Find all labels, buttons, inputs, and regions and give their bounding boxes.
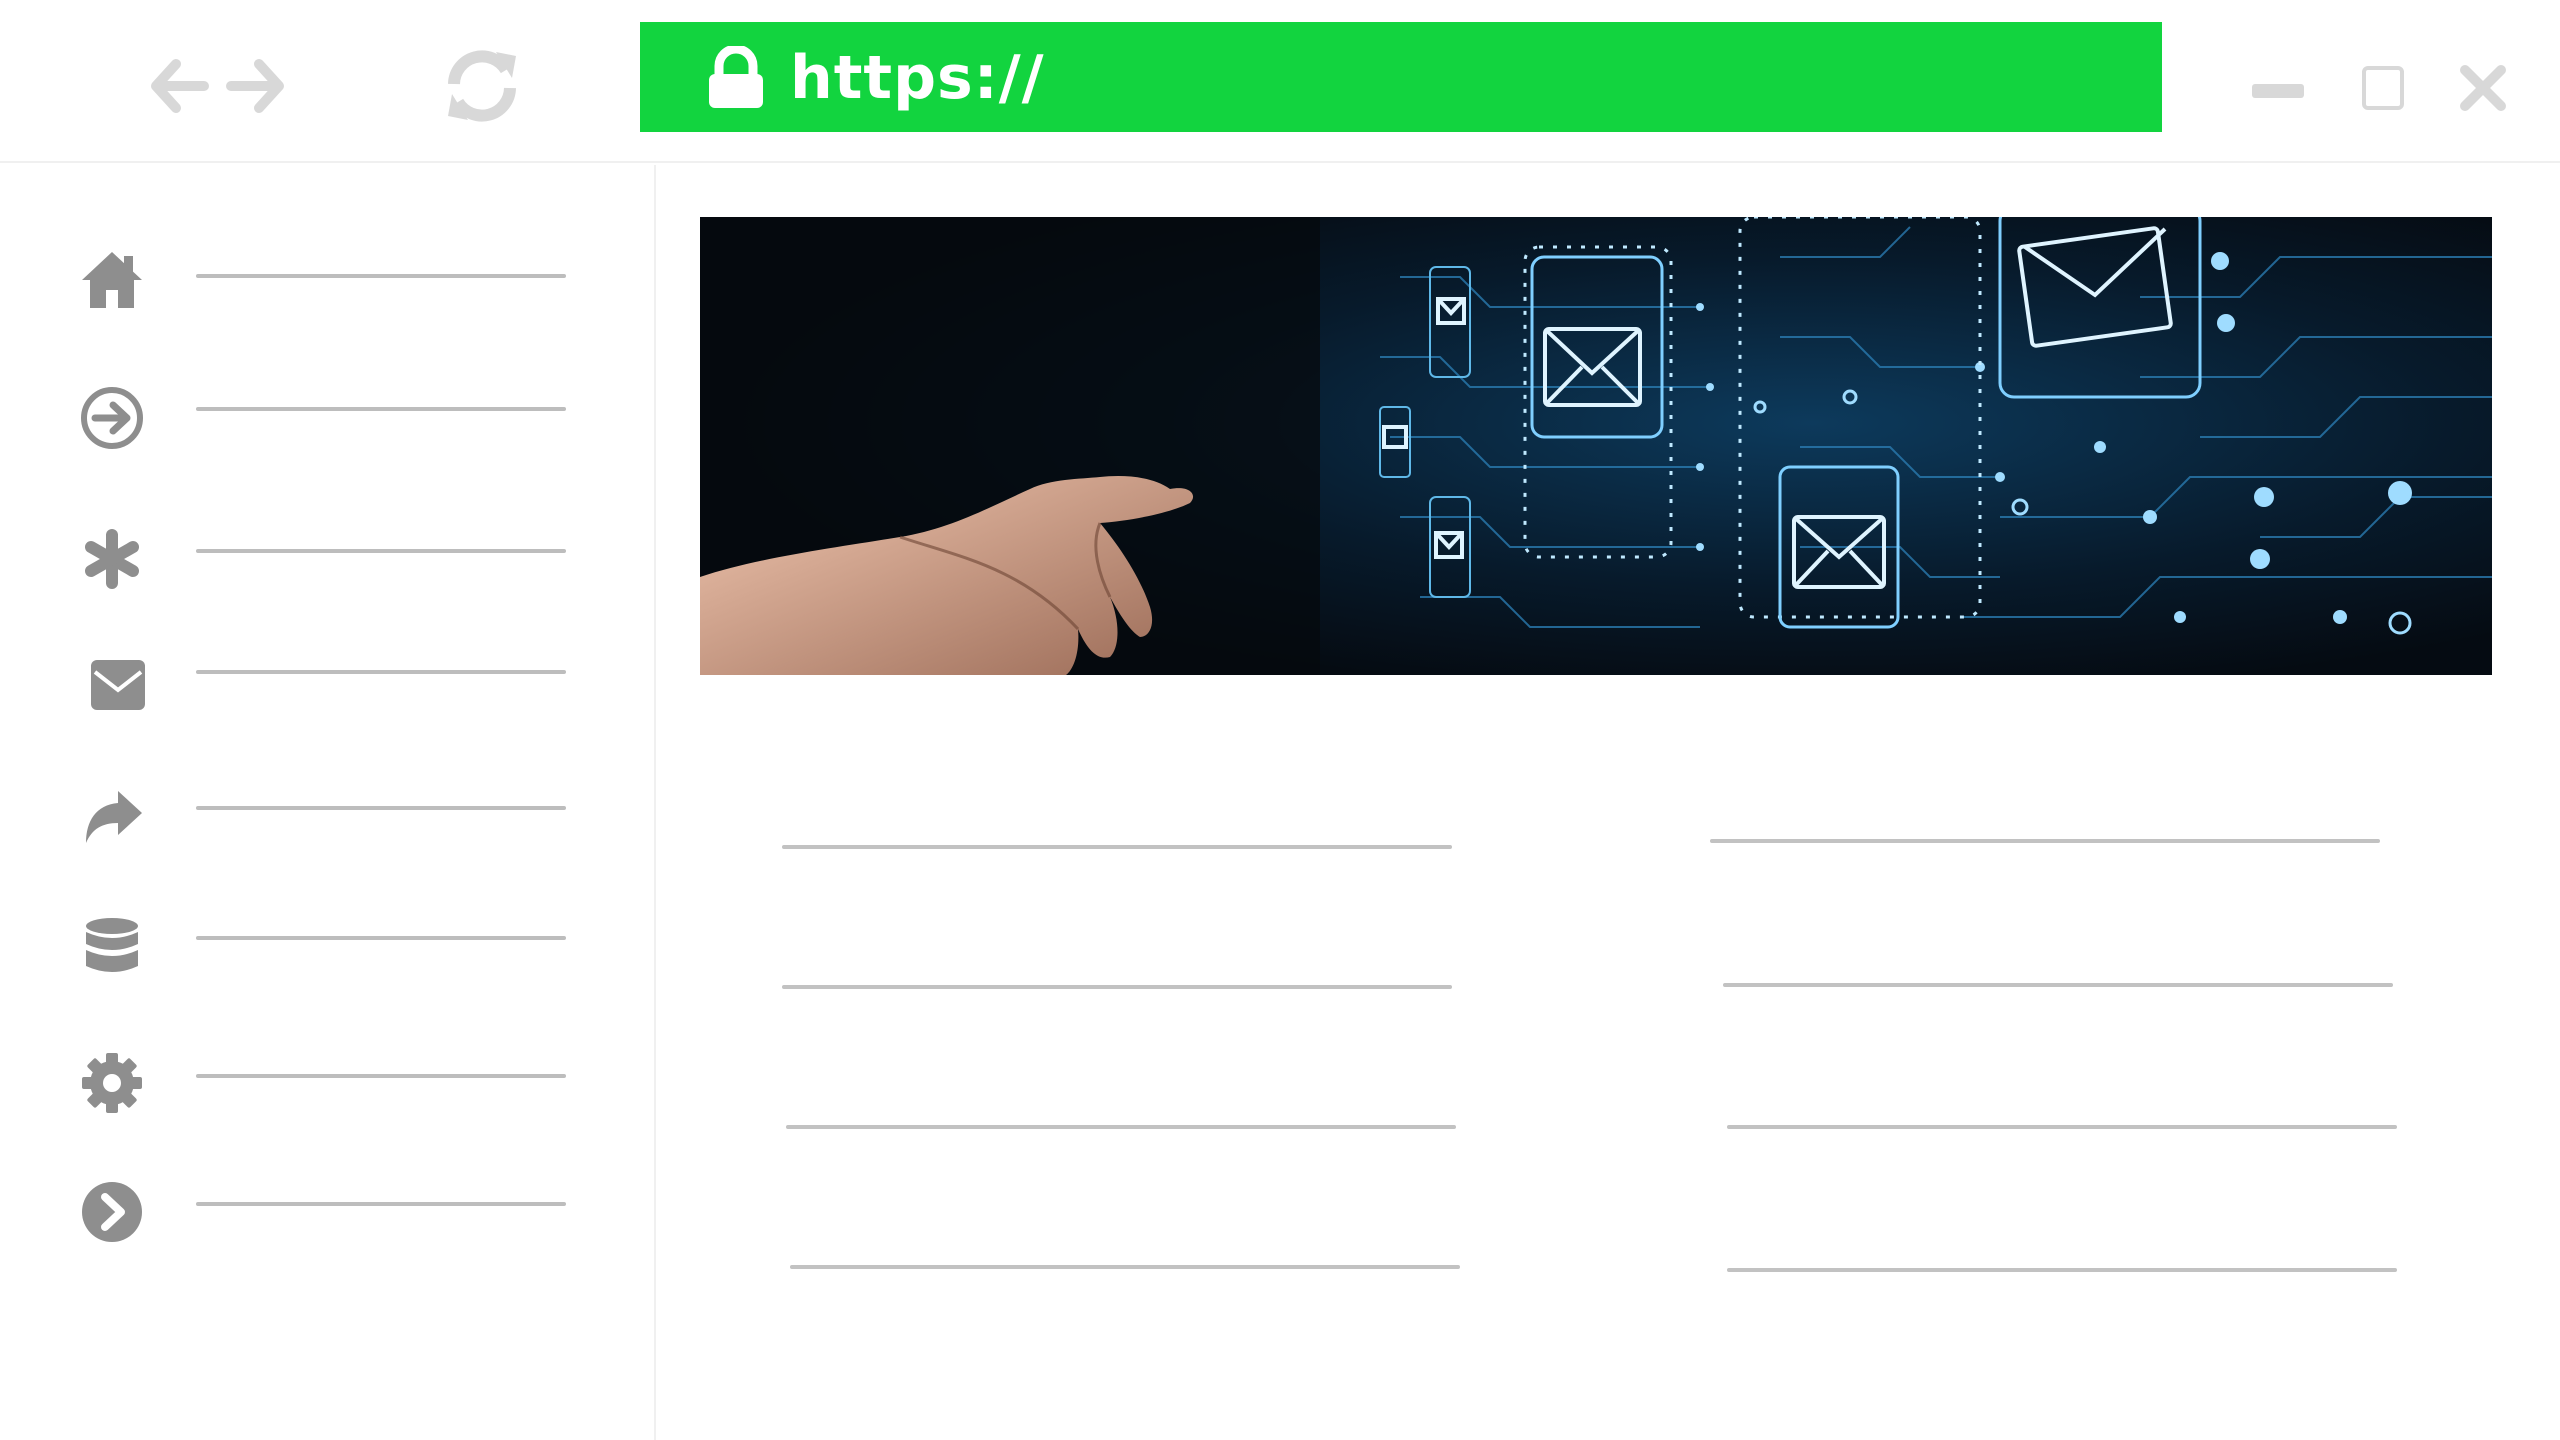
back-button[interactable] <box>150 58 210 114</box>
content-line <box>786 1125 1456 1129</box>
sidebar-item-mail[interactable] <box>0 647 656 747</box>
home-icon <box>76 244 148 316</box>
sidebar-item-label-line <box>196 549 566 553</box>
reload-button[interactable] <box>440 44 524 128</box>
forward-button[interactable] <box>225 58 285 114</box>
address-bar[interactable]: https:// <box>640 22 2162 132</box>
asterisk-icon <box>76 523 148 595</box>
sidebar-item-label-line <box>196 1202 566 1206</box>
url-text: https:// <box>790 43 1045 113</box>
database-icon <box>76 910 148 982</box>
sidebar-item-home[interactable] <box>0 252 656 352</box>
content-line <box>1723 983 2393 987</box>
arrow-left-icon <box>151 59 209 113</box>
browser-toolbar: https:// <box>0 0 2560 163</box>
sidebar-item-label-line <box>196 407 566 411</box>
maximize-button[interactable] <box>2362 66 2404 110</box>
refresh-icon <box>448 50 516 122</box>
sidebar-item-label-line <box>196 670 566 674</box>
sidebar-item-more[interactable] <box>0 1180 656 1280</box>
arrow-right-icon <box>226 59 284 113</box>
chevron-right-circle-icon <box>76 1176 148 1248</box>
content-line <box>782 845 1452 849</box>
sidebar-item-label-line <box>196 936 566 940</box>
gear-icon <box>76 1047 148 1119</box>
sidebar-item-label-line <box>196 274 566 278</box>
close-button[interactable] <box>2455 60 2511 116</box>
content-line <box>1727 1125 2397 1129</box>
content-line <box>782 985 1452 989</box>
envelope-icon <box>82 649 154 721</box>
sidebar-item-database[interactable] <box>0 915 656 1015</box>
close-icon <box>2460 65 2506 111</box>
sidebar-item-label-line <box>196 1074 566 1078</box>
hero-image <box>700 217 2492 675</box>
share-icon <box>76 781 148 853</box>
content-line <box>790 1265 1460 1269</box>
sidebar-item-settings[interactable] <box>0 1053 656 1155</box>
sidebar-item-asterisk[interactable] <box>0 527 656 627</box>
sidebar-item-share[interactable] <box>0 785 656 885</box>
sidebar-item-label-line <box>196 806 566 810</box>
minimize-button[interactable] <box>2252 84 2304 98</box>
sidebar-item-sign-in[interactable] <box>0 387 656 487</box>
sidebar <box>0 165 656 1440</box>
content-line <box>1727 1268 2397 1272</box>
lock-icon <box>709 46 763 108</box>
sign-in-icon <box>76 382 148 454</box>
content-line <box>1710 839 2380 843</box>
